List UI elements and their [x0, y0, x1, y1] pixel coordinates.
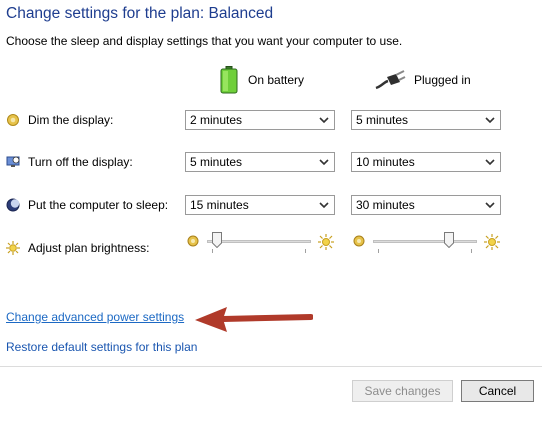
page-subtitle: Choose the sleep and display settings th… — [6, 34, 403, 48]
brightness-high-icon — [484, 234, 500, 250]
row-label-turn-off-display: Turn off the display: — [28, 155, 133, 169]
brightness-low-icon — [353, 235, 365, 247]
monitor-icon — [6, 156, 20, 167]
brightness-high-icon — [318, 234, 334, 250]
slider-ticks — [212, 249, 306, 253]
row-turn-off-display: Turn off the display: — [6, 152, 133, 172]
select-value: 30 minutes — [356, 198, 415, 212]
chevron-down-icon — [485, 117, 495, 124]
turn-off-display-plugged-select[interactable]: 10 minutes — [351, 152, 501, 172]
cancel-button[interactable]: Cancel — [461, 380, 534, 402]
row-brightness: Adjust plan brightness: — [6, 238, 149, 258]
sleep-plugged-select[interactable]: 30 minutes — [351, 195, 501, 215]
save-changes-button[interactable]: Save changes — [352, 380, 453, 402]
chevron-down-icon — [485, 159, 495, 166]
chevron-down-icon — [319, 159, 329, 166]
row-dim-display: Dim the display: — [6, 110, 113, 130]
power-plug-icon — [375, 70, 406, 90]
footer-separator — [0, 366, 542, 367]
brightness-icon — [6, 241, 20, 255]
brightness-plugged-slider[interactable] — [373, 232, 477, 253]
column-header-battery: On battery — [218, 66, 304, 94]
slider-track — [373, 240, 477, 243]
change-advanced-power-settings-link[interactable]: Change advanced power settings — [6, 310, 184, 324]
chevron-down-icon — [319, 202, 329, 209]
slider-track — [207, 240, 311, 243]
chevron-down-icon — [319, 117, 329, 124]
select-value: 10 minutes — [356, 155, 415, 169]
slider-ticks — [378, 249, 472, 253]
chevron-down-icon — [485, 202, 495, 209]
column-label-battery: On battery — [248, 73, 305, 87]
brightness-low-icon — [187, 235, 199, 247]
dim-display-icon — [7, 114, 19, 126]
sleep-battery-select[interactable]: 15 minutes — [185, 195, 335, 215]
dim-display-battery-select[interactable]: 2 minutes — [185, 110, 335, 130]
slider-thumb[interactable] — [444, 232, 454, 248]
column-header-plugged: Plugged in — [374, 66, 471, 94]
column-label-plugged: Plugged in — [414, 73, 471, 87]
select-value: 5 minutes — [356, 113, 409, 127]
annotation-arrow-icon — [195, 307, 313, 332]
turn-off-display-battery-select[interactable]: 5 minutes — [185, 152, 335, 172]
slider-thumb[interactable] — [212, 232, 222, 248]
select-value: 2 minutes — [190, 113, 243, 127]
sleep-moon-icon — [6, 198, 20, 212]
dim-display-plugged-select[interactable]: 5 minutes — [351, 110, 501, 130]
select-value: 5 minutes — [190, 155, 243, 169]
row-label-dim-display: Dim the display: — [28, 113, 114, 127]
page-title: Change settings for the plan: Balanced — [6, 5, 274, 22]
restore-defaults-link[interactable]: Restore default settings for this plan — [6, 340, 197, 354]
row-label-brightness: Adjust plan brightness: — [28, 241, 150, 255]
row-sleep: Put the computer to sleep: — [6, 195, 168, 215]
battery-icon — [220, 66, 238, 94]
select-value: 15 minutes — [190, 198, 249, 212]
row-label-sleep: Put the computer to sleep: — [28, 198, 169, 212]
brightness-battery-slider[interactable] — [207, 232, 311, 253]
